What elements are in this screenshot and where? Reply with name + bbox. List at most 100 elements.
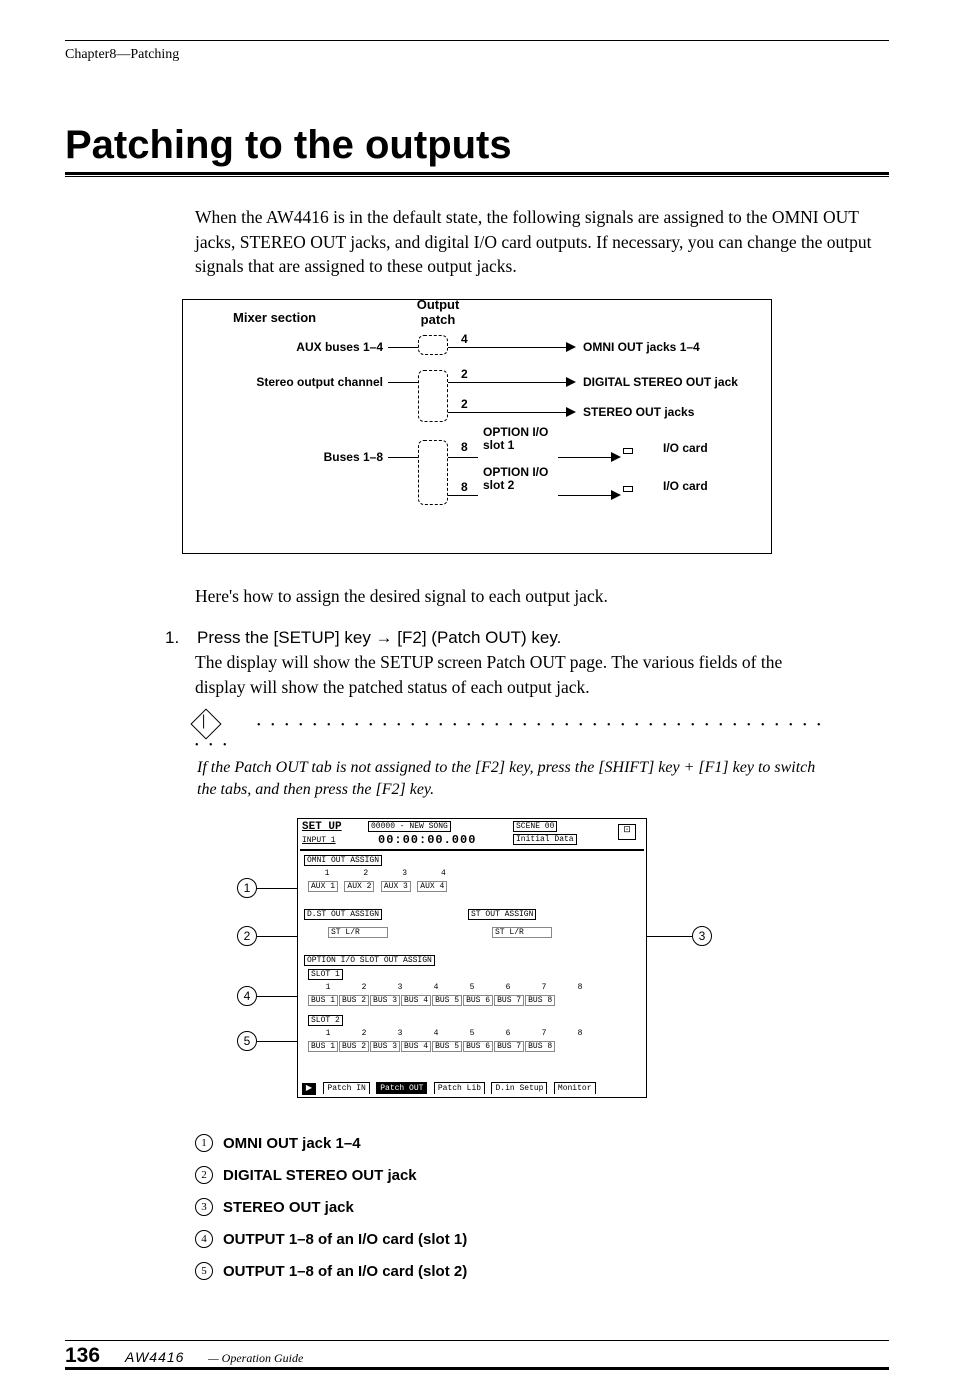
product-name: AW4416 xyxy=(125,1349,184,1365)
legend-2: 2DIGITAL STEREO OUT jack xyxy=(195,1166,889,1184)
screen-song: 00000 - NEW SONG xyxy=(368,821,451,832)
page-title: Patching to the outputs xyxy=(65,123,889,168)
guide-label: — Operation Guide xyxy=(208,1351,303,1366)
option-io-slot2-label: OPTION I/O slot 2 xyxy=(483,466,558,492)
note-dots: • • • • • • • • • • • • • • • • • • • • … xyxy=(195,720,825,751)
s2v8: BUS 8 xyxy=(525,1041,555,1052)
io-card-label-1: I/O card xyxy=(663,442,708,455)
dst-out-assign-label: D.ST OUT ASSIGN xyxy=(304,909,382,920)
omni-out-assign-label: OMNI OUT ASSIGN xyxy=(304,855,382,866)
patch-box-1 xyxy=(418,335,448,355)
header-rule-top xyxy=(65,40,889,41)
mixer-section-label: Mixer section xyxy=(233,310,316,325)
col-1: 1 xyxy=(310,869,344,878)
legend-4: 4OUTPUT 1–8 of an I/O card (slot 1) xyxy=(195,1230,889,1248)
s1v4: BUS 4 xyxy=(401,995,431,1006)
tab-patch-in: Patch IN xyxy=(323,1082,369,1094)
s2v5: BUS 5 xyxy=(432,1041,462,1052)
s2v7: BUS 7 xyxy=(494,1041,524,1052)
s1c4: 4 xyxy=(418,983,454,992)
callout-3: 3 xyxy=(692,926,712,946)
output-patch-label: Output patch xyxy=(408,297,468,327)
aux-count: 4 xyxy=(461,332,468,346)
option-io-slot-out-assign-label: OPTION I/O SLOT OUT ASSIGN xyxy=(304,955,435,966)
callout-1: 1 xyxy=(237,878,257,898)
disk-icon: ⊡ xyxy=(618,824,636,840)
s2c4: 4 xyxy=(418,1029,454,1038)
patch-box-2 xyxy=(418,370,448,422)
step-1-heading: Press the [SETUP] key → [F2] (Patch OUT)… xyxy=(197,628,827,648)
s1c7: 7 xyxy=(526,983,562,992)
note-block: • • • • • • • • • • • • • • • • • • • • … xyxy=(195,713,835,800)
s2c6: 6 xyxy=(490,1029,526,1038)
s2c5: 5 xyxy=(454,1029,490,1038)
s2c3: 3 xyxy=(382,1029,418,1038)
legend-4-text: OUTPUT 1–8 of an I/O card (slot 1) xyxy=(223,1231,467,1248)
s2c8: 8 xyxy=(562,1029,598,1038)
stereo1-count: 2 xyxy=(461,367,468,381)
dst-val: ST L/R xyxy=(328,927,388,938)
slot2-label: SLOT 2 xyxy=(308,1015,343,1026)
legend-5-text: OUTPUT 1–8 of an I/O card (slot 2) xyxy=(223,1263,467,1280)
digital-stereo-out-label: DIGITAL STEREO OUT jack xyxy=(583,375,738,389)
col-4: 4 xyxy=(426,869,460,878)
callout-5: 5 xyxy=(237,1031,257,1051)
bus1-count: 8 xyxy=(461,440,468,454)
para2: Here's how to assign the desired signal … xyxy=(195,584,889,609)
st-out-assign-label: ST OUT ASSIGN xyxy=(468,909,536,920)
intro-paragraph: When the AW4416 is in the default state,… xyxy=(195,205,889,279)
s2c2: 2 xyxy=(346,1029,382,1038)
s1v6: BUS 6 xyxy=(463,995,493,1006)
s1c8: 8 xyxy=(562,983,598,992)
aux-buses-label: AUX buses 1–4 xyxy=(263,340,383,354)
chapter-label: Chapter8—Patching xyxy=(65,47,889,63)
title-rule-thin xyxy=(65,176,889,177)
screen-data: Initial Data xyxy=(513,834,577,845)
slot1-label: SLOT 1 xyxy=(308,969,343,980)
s1c2: 2 xyxy=(346,983,382,992)
step-1-body: The display will show the SETUP screen P… xyxy=(195,650,835,699)
omni-out-label: OMNI OUT jacks 1–4 xyxy=(583,340,700,354)
note-text: If the Patch OUT tab is not assigned to … xyxy=(197,757,835,800)
io-card-box-1 xyxy=(623,448,633,454)
tab-din-setup: D.in Setup xyxy=(491,1082,547,1094)
legend-1-text: OMNI OUT jack 1–4 xyxy=(223,1135,361,1152)
s1v3: BUS 3 xyxy=(370,995,400,1006)
s2v4: BUS 4 xyxy=(401,1041,431,1052)
stereo2-count: 2 xyxy=(461,397,468,411)
omni-val-2: AUX 2 xyxy=(344,881,374,892)
page-footer: 136 AW4416 — Operation Guide xyxy=(65,1340,889,1370)
legend-5: 5OUTPUT 1–8 of an I/O card (slot 2) xyxy=(195,1262,889,1280)
callout-4: 4 xyxy=(237,986,257,1006)
omni-val-1: AUX 1 xyxy=(308,881,338,892)
output-patch-diagram: Mixer section Output patch AUX buses 1–4… xyxy=(182,299,772,554)
screen-time: 00:00:00.000 xyxy=(378,833,476,847)
omni-val-4: AUX 4 xyxy=(417,881,447,892)
io-card-box-2 xyxy=(623,486,633,492)
callout-2: 2 xyxy=(237,926,257,946)
s1v8: BUS 8 xyxy=(525,995,555,1006)
s2c7: 7 xyxy=(526,1029,562,1038)
patch-box-3 xyxy=(418,440,448,505)
page-number: 136 xyxy=(65,1344,100,1368)
legend-3-text: STEREO OUT jack xyxy=(223,1199,354,1216)
tab-patch-out: Patch OUT xyxy=(376,1082,427,1094)
s1c3: 3 xyxy=(382,983,418,992)
bus2-count: 8 xyxy=(461,480,468,494)
screen-title: SET UP xyxy=(302,821,342,833)
legend-2-text: DIGITAL STEREO OUT jack xyxy=(223,1167,417,1184)
s1c6: 6 xyxy=(490,983,526,992)
note-icon xyxy=(190,708,221,739)
stereo-out-jacks-label: STEREO OUT jacks xyxy=(583,405,694,419)
tab-patch-lib: Patch Lib xyxy=(434,1082,485,1094)
s1v5: BUS 5 xyxy=(432,995,462,1006)
s2v3: BUS 3 xyxy=(370,1041,400,1052)
screen-subtitle: INPUT 1 xyxy=(302,836,336,845)
col-3: 3 xyxy=(388,869,422,878)
st-val: ST L/R xyxy=(492,927,552,938)
io-card-label-2: I/O card xyxy=(663,480,708,493)
stereo-output-channel-label: Stereo output channel xyxy=(223,375,383,389)
tab-arrow-icon: ▶ xyxy=(302,1083,316,1095)
legend-1: 1OMNI OUT jack 1–4 xyxy=(195,1134,889,1152)
omni-val-3: AUX 3 xyxy=(381,881,411,892)
